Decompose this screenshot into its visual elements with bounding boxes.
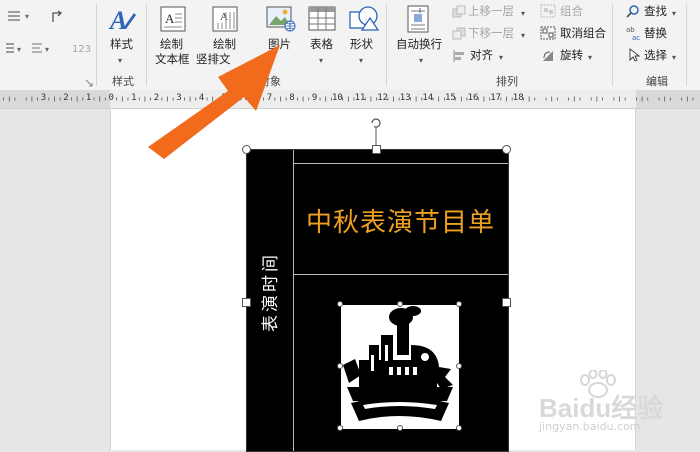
align-icon[interactable] bbox=[452, 49, 466, 66]
factory-picture[interactable] bbox=[341, 305, 459, 429]
styles-caret[interactable]: ▾ bbox=[118, 54, 122, 67]
indent-icon[interactable]: ▾ bbox=[2, 42, 24, 59]
table-icon[interactable] bbox=[308, 6, 336, 35]
send-backward-caret: ▾ bbox=[521, 31, 526, 40]
orange-pointer-arrow-icon bbox=[148, 45, 280, 159]
send-backward-icon bbox=[452, 27, 466, 44]
align-caret[interactable]: ▾ bbox=[499, 51, 503, 64]
replace-button[interactable]: 替换 bbox=[644, 27, 667, 40]
styles-icon[interactable]: A bbox=[108, 5, 138, 38]
table-caret[interactable]: ▾ bbox=[319, 54, 323, 67]
shading-icon[interactable]: ▾ bbox=[30, 42, 56, 59]
program-title[interactable]: 中秋表演节目单 bbox=[293, 202, 508, 239]
ruler-label: 0 bbox=[108, 93, 114, 103]
replace-icon[interactable]: ab ac bbox=[626, 25, 642, 44]
inner-divider-vertical bbox=[293, 150, 294, 451]
performance-time-label[interactable]: 表演时间 bbox=[261, 252, 281, 332]
svg-text:▾: ▾ bbox=[17, 45, 21, 54]
ruler-ticks bbox=[0, 90, 700, 108]
ruler-label: 18 bbox=[512, 93, 524, 103]
ruler-label: 12 bbox=[377, 93, 389, 103]
textbox-icon[interactable]: A bbox=[160, 6, 186, 35]
rotate-icon[interactable] bbox=[541, 49, 555, 66]
shapes-caret[interactable]: ▾ bbox=[359, 54, 363, 67]
ruler-label: 17 bbox=[490, 93, 502, 103]
dialog-launcher-icon[interactable] bbox=[85, 76, 93, 90]
ungroup-button[interactable]: 取消组合 bbox=[560, 27, 606, 40]
select-caret[interactable]: ▾ bbox=[672, 51, 676, 64]
svg-text:ac: ac bbox=[632, 34, 640, 41]
styles-group-label: 样式 bbox=[112, 75, 134, 88]
ungroup-icon[interactable] bbox=[540, 26, 556, 43]
shapes-button[interactable]: 形状 bbox=[350, 38, 373, 51]
ruler-label: 13 bbox=[399, 93, 411, 103]
select-button[interactable]: 选择 bbox=[644, 49, 667, 62]
find-icon[interactable] bbox=[626, 4, 640, 21]
horizontal-ruler[interactable]: 3210123456789101112131415161718 bbox=[0, 90, 700, 109]
find-caret[interactable]: ▾ bbox=[672, 7, 676, 20]
inner-divider-top bbox=[293, 163, 508, 164]
resize-handle-tr[interactable] bbox=[502, 145, 511, 154]
edit-group-label: 编辑 bbox=[646, 75, 668, 88]
ruler-label: 10 bbox=[332, 93, 343, 103]
rotate-button[interactable]: 旋转 bbox=[560, 49, 583, 62]
send-backward-button: 下移一层 bbox=[468, 26, 514, 40]
ruler-label: 15 bbox=[445, 93, 456, 103]
number-format-label[interactable]: 123 bbox=[72, 43, 91, 56]
ruler-label: 16 bbox=[467, 93, 479, 103]
shapes-icon[interactable] bbox=[348, 4, 380, 37]
bullets-icon[interactable]: ▾ bbox=[6, 10, 29, 22]
program-card-shape[interactable]: 中秋表演节目单 表演时间 bbox=[246, 149, 509, 452]
svg-text:A: A bbox=[165, 11, 175, 26]
bring-forward-caret: ▾ bbox=[521, 9, 526, 18]
svg-text:ab: ab bbox=[626, 26, 635, 34]
group-button: 组合 bbox=[560, 4, 583, 18]
table-button[interactable]: 表格 bbox=[310, 38, 333, 51]
vertical-textbox-icon[interactable]: A bbox=[212, 6, 238, 35]
resize-handle-ml[interactable] bbox=[242, 298, 251, 307]
svg-text:▾: ▾ bbox=[45, 45, 49, 54]
ruler-label: 11 bbox=[354, 93, 366, 103]
ruler-label: 3 bbox=[40, 93, 47, 103]
styles-button[interactable]: 样式 bbox=[110, 38, 133, 51]
wrap-text-button[interactable]: 自动换行 bbox=[396, 38, 442, 51]
ruler-label: 2 bbox=[63, 93, 69, 103]
ruler-label: 9 bbox=[311, 93, 318, 103]
resize-handle-mr[interactable] bbox=[502, 298, 511, 307]
bring-forward-icon bbox=[452, 5, 466, 22]
watermark-url: jingyan.baidu.com bbox=[539, 420, 641, 433]
line-spacing-icon[interactable] bbox=[50, 10, 64, 27]
group-icon bbox=[540, 4, 556, 21]
align-button[interactable]: 对齐 bbox=[470, 49, 493, 62]
ribbon: ▾ ▾ ▾ 123 A 样式 ▾ 样式 A 绘制 文本框 A 绘制 竖排文 图片… bbox=[0, 0, 700, 91]
ruler-label: 1 bbox=[85, 93, 92, 103]
arrange-group-label: 排列 bbox=[496, 75, 518, 88]
bring-forward-button: 上移一层 bbox=[468, 4, 514, 18]
find-button[interactable]: 查找 bbox=[644, 5, 667, 18]
factory-icon bbox=[343, 306, 453, 421]
svg-text:A: A bbox=[220, 11, 228, 23]
rotate-caret[interactable]: ▾ bbox=[588, 51, 592, 64]
ruler-label: 1 bbox=[131, 93, 137, 103]
wrap-text-icon[interactable] bbox=[406, 5, 432, 36]
ruler-label: 14 bbox=[422, 93, 434, 103]
svg-text:▾: ▾ bbox=[25, 12, 29, 21]
wrap-text-caret[interactable]: ▾ bbox=[419, 54, 423, 67]
svg-text:A: A bbox=[108, 6, 127, 35]
select-icon[interactable] bbox=[628, 47, 641, 65]
baidu-watermark: Baidu经验 jingyan.baidu.com bbox=[533, 370, 693, 440]
inner-divider-mid bbox=[293, 274, 508, 275]
resize-handle-tc[interactable] bbox=[372, 145, 381, 154]
picture-icon[interactable] bbox=[266, 5, 296, 36]
